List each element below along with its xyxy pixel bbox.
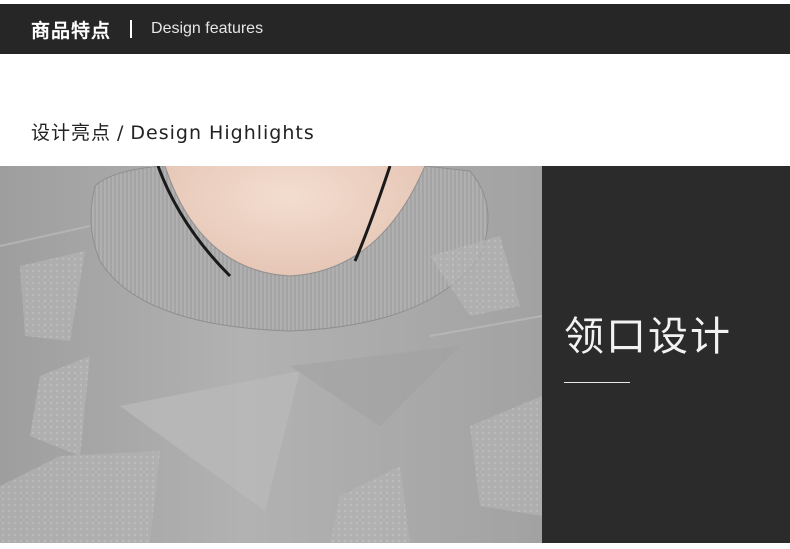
product-detail-page: 商品特点 Design features 设计亮点 / Design Highlig… [0,0,790,549]
subtitle-en: Design Highlights [130,122,315,144]
subtitle-separator: / [117,122,125,144]
feature-title: 领口设计 [564,314,732,360]
feature-panel: 领口设计 [542,166,790,543]
header-bar: 商品特点 Design features [0,4,790,54]
sweater-collar-photo [0,166,542,543]
subtitle-cn: 设计亮点 [31,122,112,144]
sweater-illustration [0,166,542,543]
feature-underline [564,382,630,383]
section-subtitle: 设计亮点 / Design Highlights [31,118,315,145]
header-title-en: Design features [151,20,264,37]
header-divider [130,20,133,38]
header-title-cn: 商品特点 [31,19,112,42]
